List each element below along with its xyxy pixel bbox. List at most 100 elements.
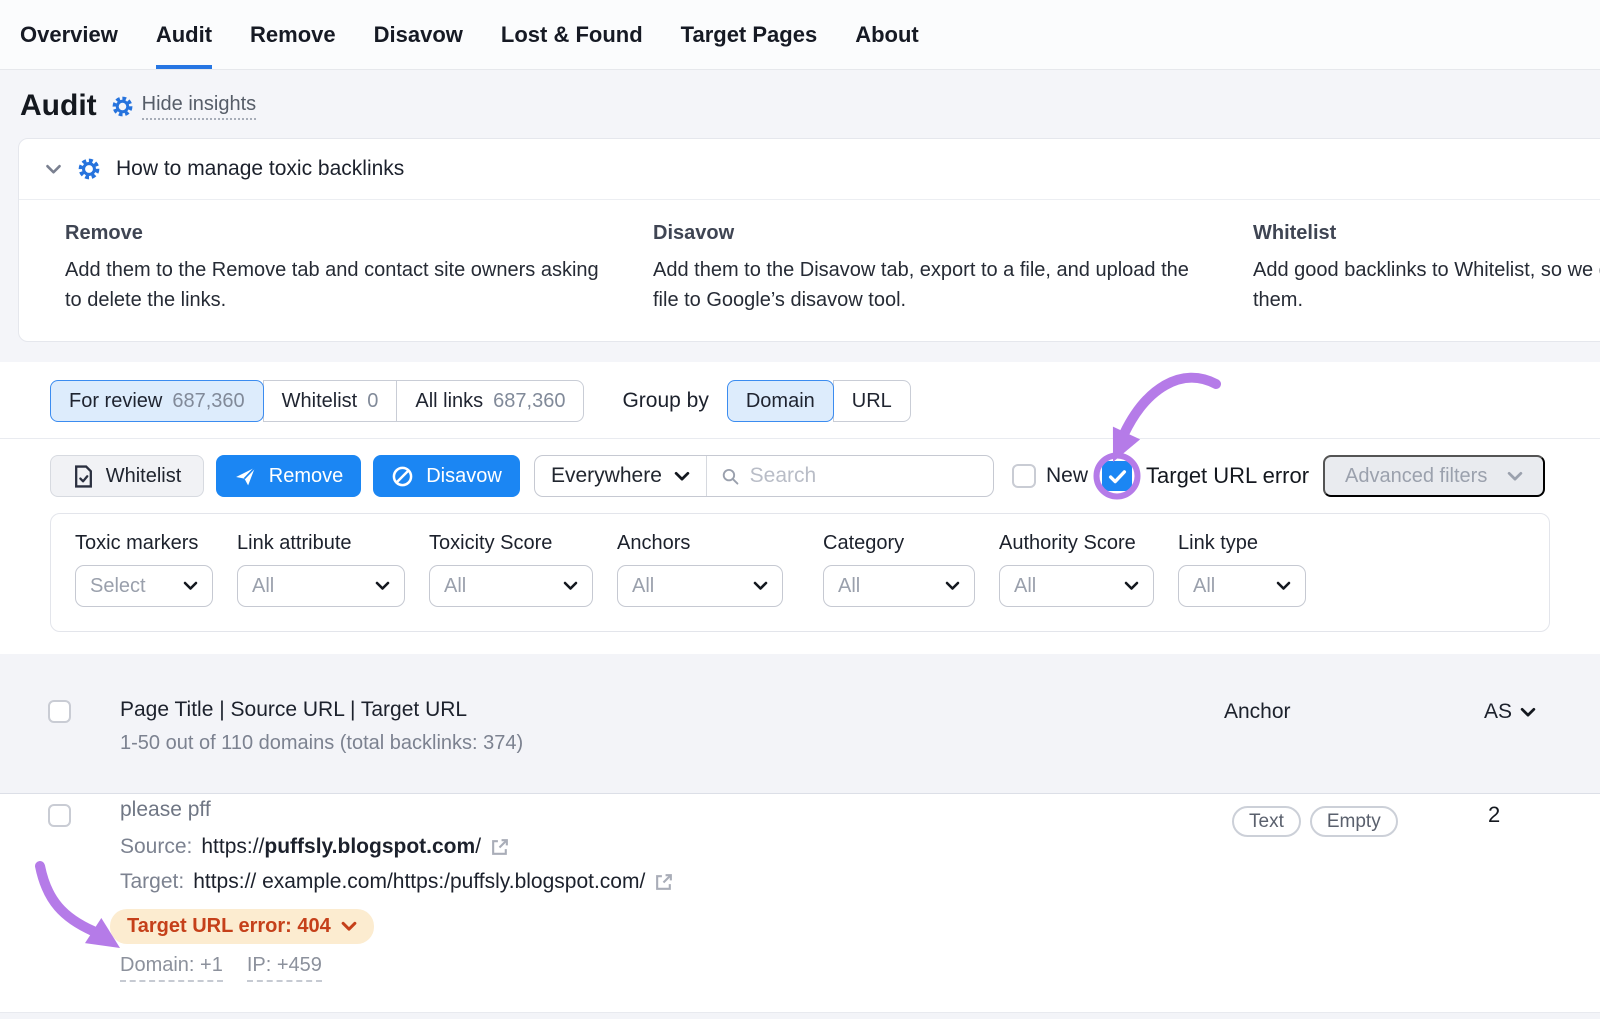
chevron-down-icon	[1507, 471, 1523, 482]
target-url-error-checkbox[interactable]	[1102, 461, 1132, 491]
nav-tab-remove[interactable]: Remove	[250, 0, 336, 69]
page-header-section: Audit Hide insights How to manage toxic …	[0, 70, 1600, 362]
tab-label: For review	[69, 390, 162, 413]
source-url-suffix: /	[475, 835, 481, 858]
target-url-error-badge[interactable]: Target URL error: 404	[110, 909, 374, 944]
tab-all-links[interactable]: All links 687,360	[396, 380, 584, 422]
insights-card-header[interactable]: How to manage toxic backlinks	[19, 139, 1600, 199]
filter-link-attribute: Link attribute All	[237, 532, 405, 607]
select-value: All	[1193, 575, 1215, 598]
select-value: All	[838, 575, 860, 598]
as-sort-control[interactable]: AS	[1484, 700, 1536, 724]
as-column-header: AS	[1484, 700, 1512, 724]
filter-label: Anchors	[617, 532, 783, 555]
advanced-filters-button[interactable]: Advanced filters	[1323, 455, 1545, 497]
tab-count: 687,360	[172, 390, 244, 413]
select-value: All	[1014, 575, 1036, 598]
toxicity-score-select[interactable]: All	[429, 565, 593, 607]
error-badge-label: Target URL error: 404	[127, 915, 331, 938]
chevron-down-icon	[674, 471, 690, 482]
external-link-icon[interactable]	[654, 872, 674, 892]
new-checkbox-label: New	[1046, 464, 1088, 488]
authority-score-select[interactable]: All	[999, 565, 1154, 607]
filter-label: Category	[823, 532, 975, 555]
filter-anchors: Anchors All	[617, 532, 783, 607]
category-select[interactable]: All	[823, 565, 975, 607]
whitelist-button[interactable]: Whitelist	[50, 455, 204, 497]
target-url-error-checkbox-wrap	[1102, 461, 1132, 491]
group-by-label: Group by	[622, 389, 708, 413]
domain-expand-link[interactable]: Domain: +1	[120, 954, 223, 982]
link-type-select[interactable]: All	[1178, 565, 1306, 607]
insight-heading: Disavow	[653, 222, 1253, 245]
target-label: Target:	[120, 870, 184, 894]
select-all-checkbox[interactable]	[48, 700, 71, 723]
toxic-markers-select[interactable]: Select	[75, 565, 213, 607]
anchors-select[interactable]: All	[617, 565, 783, 607]
nav-tab-about[interactable]: About	[855, 0, 919, 69]
nav-tab-disavow[interactable]: Disavow	[374, 0, 463, 69]
filter-label: Link attribute	[237, 532, 405, 555]
chevron-down-icon	[375, 581, 390, 591]
row-checkbox[interactable]	[48, 804, 71, 827]
search-input[interactable]	[750, 464, 979, 488]
select-value: All	[632, 575, 654, 598]
document-check-icon	[73, 465, 94, 488]
filter-label: Link type	[1178, 532, 1306, 555]
chevron-down-icon	[1276, 581, 1291, 591]
footer-strip	[0, 1013, 1600, 1019]
group-by-url[interactable]: URL	[833, 380, 911, 422]
pagination-summary: 1-50 out of 110 domains (total backlinks…	[120, 732, 523, 755]
filter-link-type: Link type All	[1178, 532, 1306, 607]
nav-tab-lost-and-found[interactable]: Lost & Found	[501, 0, 643, 69]
filter-label: Authority Score	[999, 532, 1154, 555]
insight-heading: Whitelist	[1253, 222, 1600, 245]
external-link-icon[interactable]	[490, 837, 510, 857]
insight-column-remove: Remove Add them to the Remove tab and co…	[65, 222, 653, 315]
select-value: All	[444, 575, 466, 598]
tab-for-review[interactable]: For review 687,360	[50, 380, 264, 422]
insight-column-whitelist: Whitelist Add good backlinks to Whitelis…	[1253, 222, 1600, 315]
remove-button[interactable]: Remove	[216, 455, 361, 497]
group-by-domain[interactable]: Domain	[727, 380, 834, 422]
chevron-down-icon	[945, 581, 960, 591]
new-checkbox[interactable]	[1012, 464, 1036, 488]
link-attribute-select[interactable]: All	[237, 565, 405, 607]
insights-card: How to manage toxic backlinks Remove Add…	[18, 138, 1600, 342]
tab-count: 0	[367, 390, 378, 413]
source-url-domain: puffsly.blogspot.com	[264, 835, 475, 858]
filter-toxicity-score: Toxicity Score All	[429, 532, 593, 607]
select-value: All	[252, 575, 274, 598]
table-header: Page Title | Source URL | Target URL 1-5…	[0, 654, 1600, 794]
search-scope-control: Everywhere	[534, 455, 994, 497]
hide-insights-label: Hide insights	[142, 93, 257, 120]
select-value: Select	[90, 575, 146, 598]
insight-heading: Remove	[65, 222, 653, 245]
top-nav: Overview Audit Remove Disavow Lost & Fou…	[0, 0, 1600, 70]
gear-icon	[111, 95, 134, 118]
hide-insights-toggle[interactable]: Hide insights	[111, 93, 257, 120]
chevron-down-icon	[1124, 581, 1139, 591]
tab-whitelist[interactable]: Whitelist 0	[263, 380, 398, 422]
send-icon	[234, 465, 257, 488]
collapse-chevron-icon	[45, 164, 62, 175]
nav-tab-target-pages[interactable]: Target Pages	[681, 0, 818, 69]
filter-toxic-markers: Toxic markers Select	[75, 532, 213, 607]
filter-label: Toxic markers	[75, 532, 213, 555]
segment-label: URL	[852, 390, 892, 413]
disavow-button[interactable]: Disavow	[373, 455, 520, 497]
filter-authority-score: Authority Score All	[999, 532, 1154, 607]
insights-title: How to manage toxic backlinks	[116, 157, 404, 181]
gear-icon	[77, 157, 101, 181]
ip-expand-link[interactable]: IP: +459	[247, 954, 322, 982]
insight-body-text: Add them to the Disavow tab, export to a…	[653, 255, 1253, 315]
anchor-type-badge-text: Text	[1232, 806, 1301, 837]
table-row: please pff Source: https://puffsly.blogs…	[0, 794, 1600, 1013]
nav-tab-overview[interactable]: Overview	[20, 0, 118, 69]
nav-tab-audit[interactable]: Audit	[156, 0, 212, 69]
row-as-value: 2	[1488, 802, 1500, 828]
source-url: https://puffsly.blogspot.com/	[201, 835, 481, 859]
page-title: Audit	[20, 89, 97, 123]
tab-label: Whitelist	[282, 390, 358, 413]
scope-select[interactable]: Everywhere	[535, 456, 707, 496]
